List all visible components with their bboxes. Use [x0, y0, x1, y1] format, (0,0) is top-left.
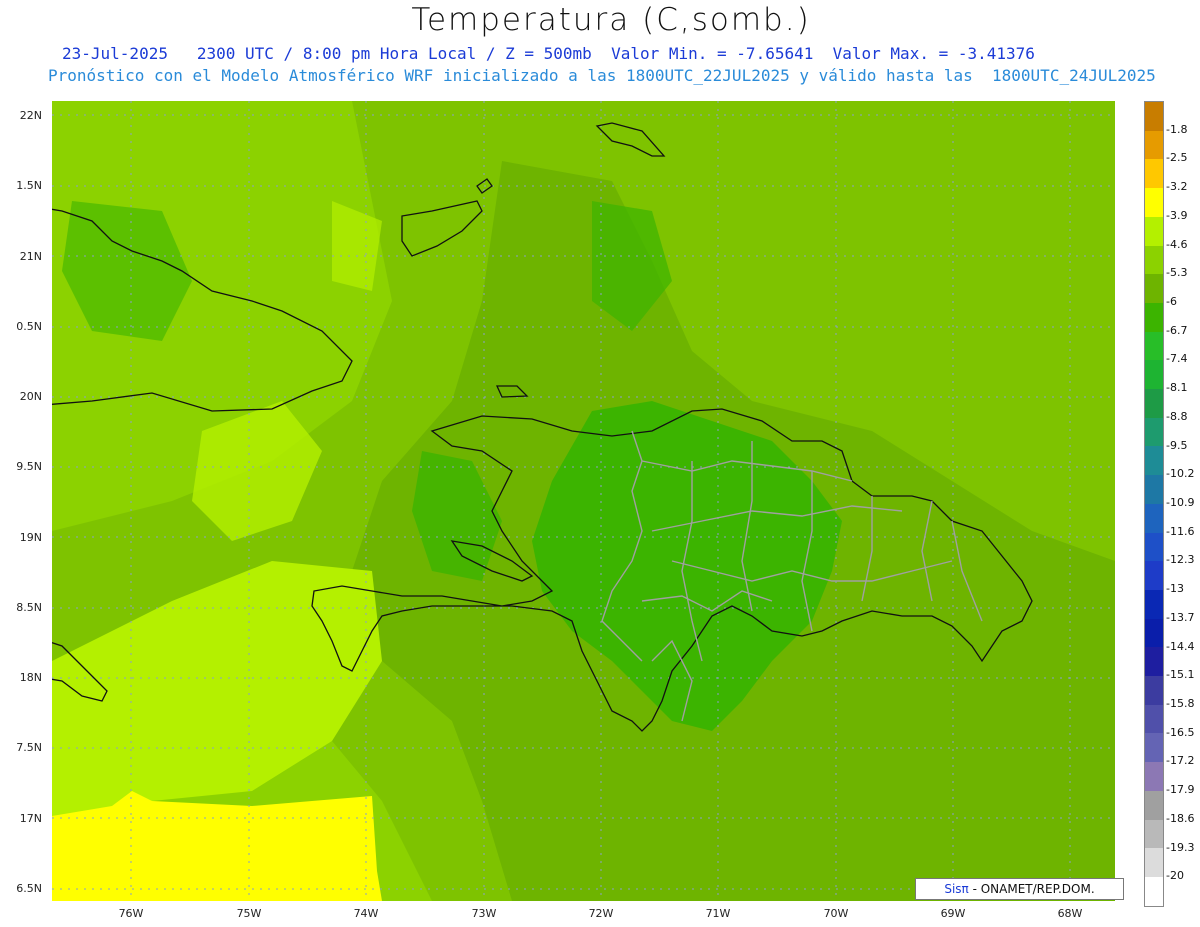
- colorbar-label: -9.5: [1166, 438, 1188, 452]
- lat-label: 0.5N: [16, 320, 42, 333]
- colorbar-label: -6.7: [1166, 323, 1188, 337]
- colorbar-swatch: [1145, 159, 1163, 189]
- colorbar-label: -5.3: [1166, 266, 1188, 280]
- lon-label: 68W: [1057, 907, 1083, 920]
- colorbar-swatch: [1145, 216, 1163, 246]
- colorbar-swatch: [1145, 790, 1163, 820]
- colorbar-label: -11.6: [1166, 524, 1195, 538]
- colorbar-label: -17.9: [1166, 783, 1195, 797]
- map-title: Temperatura (C,somb.): [411, 2, 811, 38]
- colorbar-label: -1.8: [1166, 122, 1188, 136]
- credit-text: - ONAMET/REP.DOM.: [968, 882, 1095, 896]
- lon-label: 76W: [118, 907, 144, 920]
- colorbar-swatch: [1145, 532, 1163, 562]
- colorbar-label: -7.4: [1166, 352, 1188, 366]
- lon-label: 74W: [353, 907, 379, 920]
- lon-label: 69W: [940, 907, 966, 920]
- lat-label: 20N: [19, 390, 42, 403]
- colorbar-label: -3.2: [1166, 180, 1188, 194]
- colorbar-label: -12.3: [1166, 553, 1195, 567]
- colorbar-swatch: [1145, 417, 1163, 447]
- colorbar-label: -3.9: [1166, 208, 1188, 222]
- temperature-map: [52, 101, 1115, 901]
- colorbar-label: -10.9: [1166, 496, 1195, 509]
- colorbar-swatch: [1145, 762, 1163, 791]
- lat-label: 17N: [19, 812, 42, 825]
- lon-label: 75W: [236, 907, 262, 920]
- colorbar-swatch: [1145, 360, 1163, 390]
- colorbar-swatch: [1145, 302, 1163, 332]
- colorbar-swatch: [1145, 589, 1163, 619]
- lat-label: 18N: [19, 671, 42, 684]
- colorbar-swatch: [1145, 647, 1163, 677]
- colorbar-swatch: [1145, 733, 1163, 763]
- colorbar-swatch: [1145, 503, 1163, 533]
- colorbar-label: -8.1: [1166, 381, 1188, 395]
- colorbar-label: -6: [1166, 295, 1177, 308]
- lon-label: 71W: [705, 907, 731, 920]
- lat-label: 6.5N: [16, 882, 42, 895]
- subtitle-model-info: Pronóstico con el Modelo Atmosférico WRF…: [48, 66, 1156, 85]
- colorbar-label: -13: [1166, 582, 1184, 596]
- lat-label: 7.5N: [16, 741, 42, 754]
- lon-label: 70W: [823, 907, 849, 920]
- colorbar-swatch: [1145, 618, 1163, 648]
- subtitle-valid-time: 23-Jul-2025 2300 UTC / 8:00 pm Hora Loca…: [62, 44, 1035, 63]
- lat-label: 19N: [19, 531, 42, 544]
- colorbar-swatch: [1145, 446, 1163, 476]
- credit-box: Sisπ - ONAMET/REP.DOM.: [915, 878, 1124, 900]
- colorbar-label: -4.6: [1166, 237, 1188, 251]
- colorbar-label: -8.8: [1166, 409, 1188, 423]
- colorbar-label: -15.8: [1166, 697, 1195, 710]
- colorbar-label: -18.6: [1166, 811, 1195, 825]
- colorbar-label: -19.3: [1166, 840, 1195, 854]
- colorbar-swatch: [1145, 704, 1163, 734]
- colorbar-swatch: [1145, 130, 1163, 160]
- colorbar-swatch: [1145, 876, 1163, 906]
- lon-label: 72W: [588, 907, 614, 920]
- colorbar-swatch: [1145, 848, 1163, 877]
- colorbar-swatch: [1145, 274, 1163, 303]
- colorbar-label: -16.5: [1166, 725, 1195, 739]
- colorbar-swatch: [1145, 676, 1163, 705]
- colorbar: [1144, 101, 1164, 907]
- colorbar-label: -20: [1166, 869, 1184, 883]
- colorbar-swatch: [1145, 389, 1163, 418]
- lat-label: 21N: [19, 250, 42, 263]
- colorbar-label: -14.4: [1166, 639, 1195, 653]
- colorbar-label: -10.2: [1166, 467, 1195, 481]
- lat-label: 8.5N: [16, 601, 42, 614]
- colorbar-label: -15.1: [1166, 668, 1195, 682]
- colorbar-swatch: [1145, 102, 1163, 131]
- colorbar-label: -13.7: [1166, 610, 1195, 624]
- colorbar-swatch: [1145, 819, 1163, 849]
- lon-label: 73W: [471, 907, 497, 920]
- colorbar-swatch: [1145, 331, 1163, 361]
- lat-label: 22N: [19, 109, 42, 122]
- colorbar-swatch: [1145, 245, 1163, 275]
- colorbar-swatch: [1145, 561, 1163, 590]
- lat-label: 1.5N: [16, 179, 42, 192]
- lat-label: 9.5N: [16, 460, 42, 473]
- colorbar-swatch: [1145, 188, 1163, 217]
- credit-brand: Sisπ: [944, 882, 969, 896]
- colorbar-swatch: [1145, 475, 1163, 504]
- colorbar-label: -2.5: [1166, 151, 1188, 165]
- colorbar-label: -17.2: [1166, 754, 1195, 768]
